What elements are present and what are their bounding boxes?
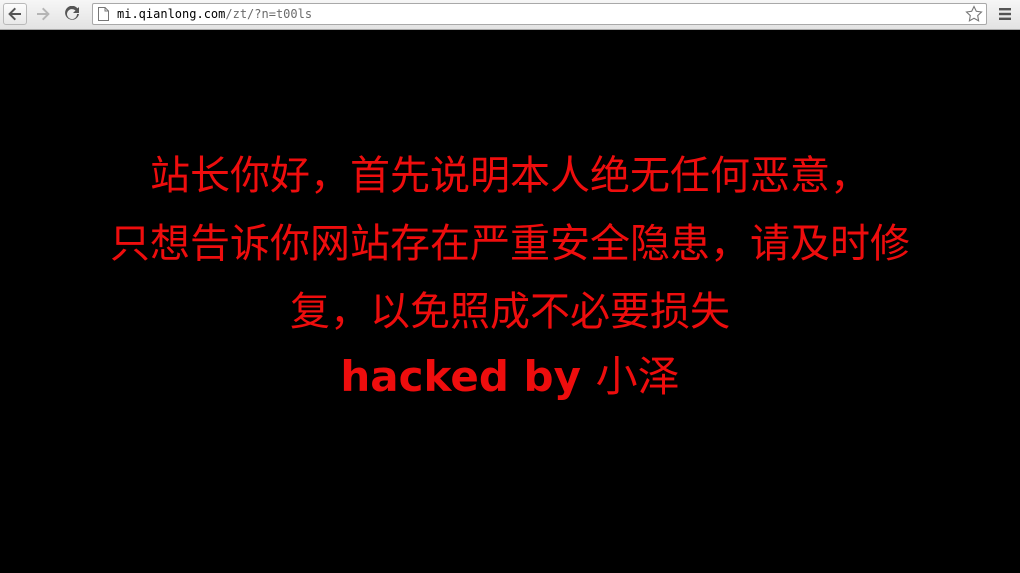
back-button[interactable] [3,3,27,25]
browser-toolbar: mi.qianlong.com/zt/?n=t00ls [0,0,1020,30]
forward-arrow-icon [37,7,50,21]
signature-name: 小泽 [595,352,680,401]
message-line-3: 复，以免照成不必要损失 [290,289,730,335]
page-icon [98,7,109,21]
message-line-2: 只想告诉你网站存在严重安全隐患，请及时修 [110,221,910,267]
hamburger-menu-icon[interactable] [998,7,1012,21]
url-path: /zt/?n=t00ls [225,7,313,21]
address-bar[interactable]: mi.qianlong.com/zt/?n=t00ls [92,3,987,25]
reload-button[interactable] [60,3,84,25]
url-text: mi.qianlong.com/zt/?n=t00ls [117,6,312,22]
url-host: mi.qianlong.com [117,7,226,21]
back-arrow-icon [8,7,21,21]
page-content: 站长你好，首先说明本人绝无任何恶意， 只想告诉你网站存在严重安全隐患，请及时修 … [0,30,1020,573]
signature-latin: hacked by [340,352,596,401]
hacked-signature: hacked by 小泽 [0,351,1020,403]
star-icon[interactable] [965,5,983,23]
message-line-1: 站长你好，首先说明本人绝无任何恶意， [150,153,870,199]
reload-icon [65,6,79,20]
forward-button[interactable] [31,3,55,25]
